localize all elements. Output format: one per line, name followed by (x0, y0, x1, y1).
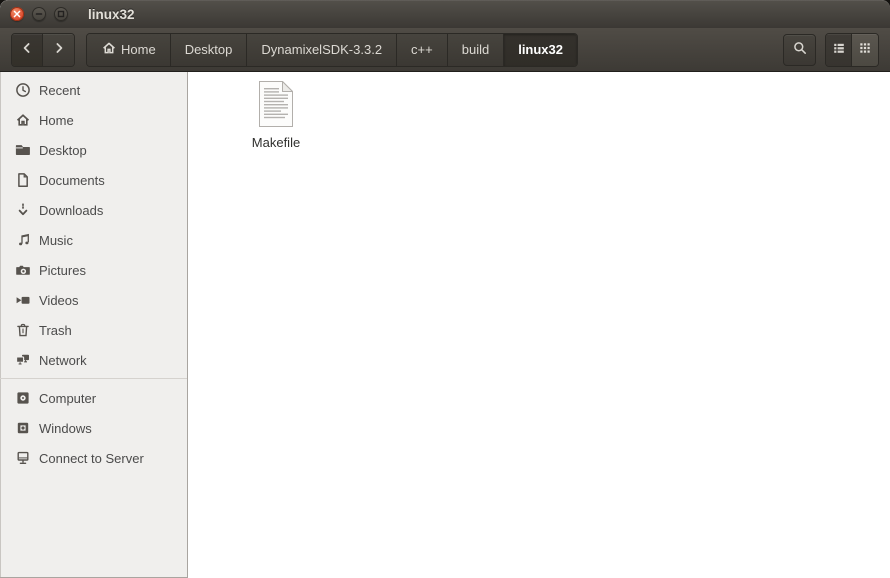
video-camera-icon (15, 292, 31, 308)
sidebar-item-desktop[interactable]: Desktop (0, 135, 187, 165)
file-manager-window: linux32 Home Desktop DynamixelSDK-3.3.2 … (0, 0, 890, 578)
sidebar-item-label: Videos (39, 293, 79, 308)
file-name-label: Makefile (252, 135, 300, 150)
sidebar-item-trash[interactable]: Trash (0, 315, 187, 345)
breadcrumb-cpp[interactable]: c++ (397, 34, 448, 66)
sidebar-item-videos[interactable]: Videos (0, 285, 187, 315)
search-icon (792, 40, 808, 59)
grid-view-icon (857, 40, 873, 59)
view-toggle (825, 33, 879, 67)
breadcrumb-dynamixelsdk[interactable]: DynamixelSDK-3.3.2 (247, 34, 397, 66)
titlebar[interactable]: linux32 (0, 0, 890, 28)
sidebar-item-label: Music (39, 233, 73, 248)
sidebar-item-label: Windows (39, 421, 92, 436)
breadcrumb-linux32[interactable]: linux32 (504, 34, 577, 66)
close-icon (13, 10, 21, 18)
back-button[interactable] (12, 34, 43, 66)
sidebar-item-label: Pictures (39, 263, 86, 278)
clock-icon (15, 82, 31, 98)
sidebar-item-label: Desktop (39, 143, 87, 158)
sidebar-item-label: Connect to Server (39, 451, 144, 466)
breadcrumb-desktop[interactable]: Desktop (171, 34, 248, 66)
sidebar-item-connect-to-server[interactable]: Connect to Server (0, 443, 187, 473)
trash-icon (15, 322, 31, 338)
search-button[interactable] (783, 34, 816, 66)
sidebar-separator (0, 378, 187, 379)
list-view-icon (831, 40, 847, 59)
sidebar-item-recent[interactable]: Recent (0, 75, 187, 105)
hard-drive-icon (15, 390, 31, 406)
sidebar-item-documents[interactable]: Documents (0, 165, 187, 195)
sidebar-item-label: Documents (39, 173, 105, 188)
sidebar-item-label: Trash (39, 323, 72, 338)
grid-view-button[interactable] (852, 34, 878, 66)
folder-icon (15, 142, 31, 158)
file-view[interactable]: Makefile (188, 72, 890, 578)
minimize-icon (35, 10, 43, 18)
disk-drive-icon (15, 420, 31, 436)
navigation-buttons (11, 33, 75, 67)
home-icon (101, 40, 117, 59)
file-makefile[interactable]: Makefile (226, 80, 326, 150)
window-title: linux32 (88, 7, 135, 22)
document-icon (15, 172, 31, 188)
sidebar-item-label: Computer (39, 391, 96, 406)
sidebar-item-label: Network (39, 353, 87, 368)
sidebar-item-label: Home (39, 113, 74, 128)
breadcrumb-build[interactable]: build (448, 34, 504, 66)
download-arrow-icon (15, 202, 31, 218)
maximize-icon (57, 10, 65, 18)
chevron-right-icon (51, 40, 67, 59)
sidebar-item-windows[interactable]: Windows (0, 413, 187, 443)
sidebar-item-computer[interactable]: Computer (0, 383, 187, 413)
network-icon (15, 352, 31, 368)
sidebar-item-music[interactable]: Music (0, 225, 187, 255)
home-icon (15, 112, 31, 128)
list-view-button[interactable] (826, 34, 852, 66)
sidebar-item-pictures[interactable]: Pictures (0, 255, 187, 285)
forward-button[interactable] (43, 34, 74, 66)
sidebar-item-label: Downloads (39, 203, 103, 218)
sidebar-item-home[interactable]: Home (0, 105, 187, 135)
sidebar-item-label: Recent (39, 83, 80, 98)
text-file-icon (255, 80, 297, 128)
sidebar: Recent Home Desktop Documents Downloads … (0, 72, 188, 578)
breadcrumb: Home Desktop DynamixelSDK-3.3.2 c++ buil… (86, 33, 578, 67)
chevron-left-icon (19, 40, 35, 59)
window-body: Recent Home Desktop Documents Downloads … (0, 72, 890, 578)
server-monitor-icon (15, 450, 31, 466)
music-notes-icon (15, 232, 31, 248)
sidebar-item-downloads[interactable]: Downloads (0, 195, 187, 225)
sidebar-item-network[interactable]: Network (0, 345, 187, 375)
toolbar: Home Desktop DynamixelSDK-3.3.2 c++ buil… (0, 28, 890, 72)
minimize-button[interactable] (32, 7, 46, 21)
close-button[interactable] (10, 7, 24, 21)
breadcrumb-home[interactable]: Home (87, 34, 171, 66)
maximize-button[interactable] (54, 7, 68, 21)
camera-icon (15, 262, 31, 278)
